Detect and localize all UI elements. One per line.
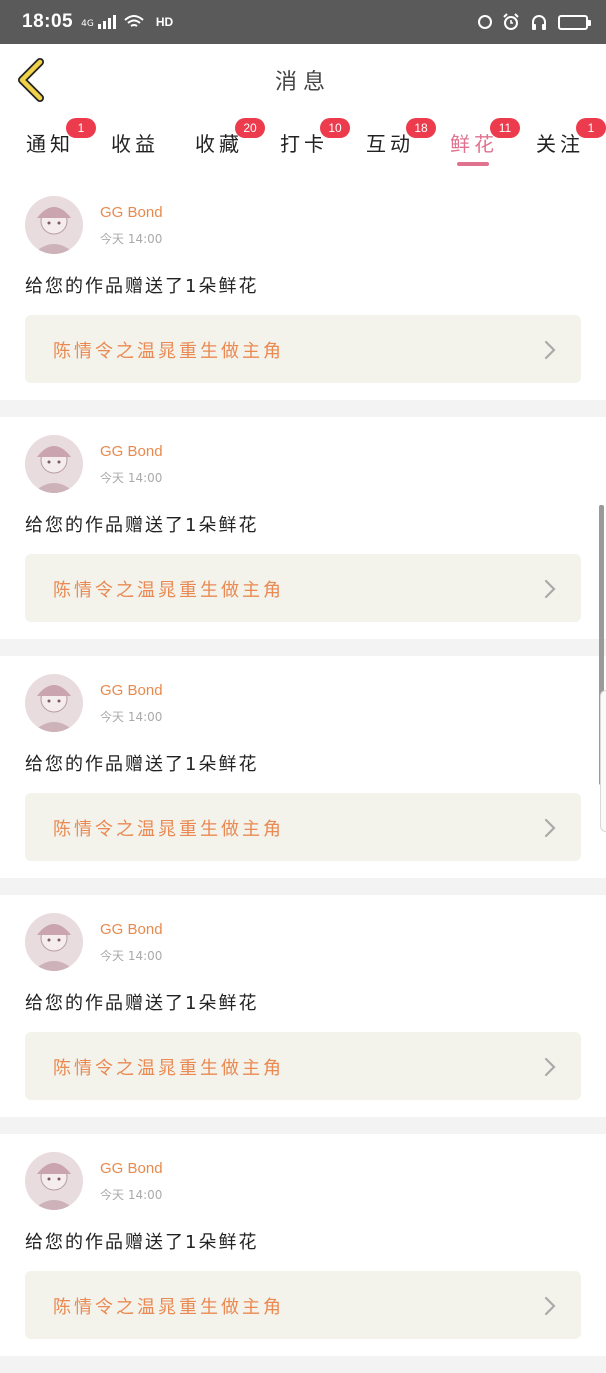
message-text: 给您的作品赠送了1朵鲜花 — [25, 515, 259, 536]
message-time: 今天 14:00 — [100, 232, 163, 246]
avatar[interactable] — [25, 674, 83, 732]
chevron-right-icon — [544, 579, 556, 599]
message-list: GG Bond 今天 14:00 给您的作品赠送了1朵鲜花 陈情令之温晁重生做主… — [0, 178, 606, 1373]
tab-follow[interactable]: 关注 1 — [536, 118, 606, 157]
tab-badge: 20 — [235, 118, 265, 138]
work-link[interactable]: 陈情令之温晁重生做主角 — [25, 315, 581, 383]
tab-earnings[interactable]: 收益 — [111, 128, 159, 157]
side-drawer-handle[interactable] — [600, 690, 606, 832]
chevron-right-icon — [544, 340, 556, 360]
tab-label: 收益 — [111, 132, 159, 156]
message-time: 今天 14:00 — [100, 710, 163, 724]
tab-bar: 通知 1 收益 收藏 20 打卡 10 互动 18 鲜花 11 关注 1 — [0, 116, 606, 178]
username[interactable]: GG Bond — [100, 204, 163, 221]
tab-label: 打卡 — [280, 132, 328, 156]
header: 消息 — [0, 44, 606, 116]
tab-label: 通知 — [26, 132, 74, 156]
status-left: 18:05 4G HD — [22, 11, 173, 33]
username[interactable]: GG Bond — [100, 682, 163, 699]
status-time: 18:05 — [22, 11, 74, 32]
tab-badge: 11 — [490, 118, 520, 138]
work-link[interactable]: 陈情令之温晁重生做主角 — [25, 793, 581, 861]
active-tab-indicator — [457, 162, 489, 166]
chevron-right-icon — [544, 1296, 556, 1316]
tab-notice[interactable]: 通知 1 — [26, 118, 96, 157]
message-card: GG Bond 今天 14:00 给您的作品赠送了1朵鲜花 陈情令之温晁重生做主… — [0, 656, 606, 878]
message-card: GG Bond 今天 14:00 给您的作品赠送了1朵鲜花 陈情令之温晁重生做主… — [0, 178, 606, 400]
message-card: GG Bond 今天 14:00 给您的作品赠送了1朵鲜花 陈情令之温晁重生做主… — [0, 895, 606, 1117]
headphones-icon — [532, 15, 546, 30]
username[interactable]: GG Bond — [100, 1160, 163, 1177]
work-title: 陈情令之温晁重生做主角 — [53, 1297, 284, 1318]
tab-checkin[interactable]: 打卡 10 — [280, 118, 350, 157]
lock-rotation-icon — [478, 15, 492, 29]
avatar[interactable] — [25, 1152, 83, 1210]
message-card: GG Bond 今天 14:00 给您的作品赠送了1朵鲜花 陈情令之温晁重生做主… — [0, 1134, 606, 1356]
tab-flowers[interactable]: 鲜花 11 — [450, 118, 520, 166]
tab-badge: 1 — [66, 118, 96, 138]
avatar[interactable] — [25, 913, 83, 971]
alarm-icon — [503, 13, 519, 30]
page-title: 消息 — [274, 70, 331, 95]
battery-icon — [558, 14, 591, 30]
status-bar: 18:05 4G HD — [0, 0, 606, 44]
message-time: 今天 14:00 — [100, 1188, 163, 1202]
hd-label: HD — [155, 15, 174, 29]
tab-interaction[interactable]: 互动 18 — [366, 118, 436, 157]
signal-icon: 4G — [81, 15, 116, 29]
wifi-icon — [124, 15, 144, 27]
tab-badge: 18 — [406, 118, 436, 138]
message-card: GG Bond 今天 14:00 给您的作品赠送了1朵鲜花 陈情令之温晁重生做主… — [0, 417, 606, 639]
message-text: 给您的作品赠送了1朵鲜花 — [25, 754, 259, 775]
username[interactable]: GG Bond — [100, 921, 163, 938]
tab-label: 鲜花 — [450, 132, 498, 156]
work-link[interactable]: 陈情令之温晁重生做主角 — [25, 1271, 581, 1339]
work-link[interactable]: 陈情令之温晁重生做主角 — [25, 554, 581, 622]
message-text: 给您的作品赠送了1朵鲜花 — [25, 993, 259, 1014]
tab-badge: 10 — [320, 118, 350, 138]
avatar[interactable] — [25, 196, 83, 254]
work-link[interactable]: 陈情令之温晁重生做主角 — [25, 1032, 581, 1100]
message-text: 给您的作品赠送了1朵鲜花 — [25, 276, 259, 297]
tab-label: 收藏 — [195, 132, 243, 156]
chevron-right-icon — [544, 818, 556, 838]
status-right — [478, 13, 591, 31]
message-time: 今天 14:00 — [100, 949, 163, 963]
tab-badge: 1 — [576, 118, 606, 138]
work-title: 陈情令之温晁重生做主角 — [53, 580, 284, 601]
message-time: 今天 14:00 — [100, 471, 163, 485]
chevron-right-icon — [544, 1057, 556, 1077]
tab-label: 互动 — [366, 132, 414, 156]
username[interactable]: GG Bond — [100, 443, 163, 460]
message-text: 给您的作品赠送了1朵鲜花 — [25, 1232, 259, 1253]
tab-label: 关注 — [536, 132, 584, 156]
work-title: 陈情令之温晁重生做主角 — [53, 341, 284, 362]
network-type: 4G — [81, 19, 94, 29]
avatar[interactable] — [25, 435, 83, 493]
work-title: 陈情令之温晁重生做主角 — [53, 819, 284, 840]
work-title: 陈情令之温晁重生做主角 — [53, 1058, 284, 1079]
tab-favorites[interactable]: 收藏 20 — [195, 118, 265, 157]
